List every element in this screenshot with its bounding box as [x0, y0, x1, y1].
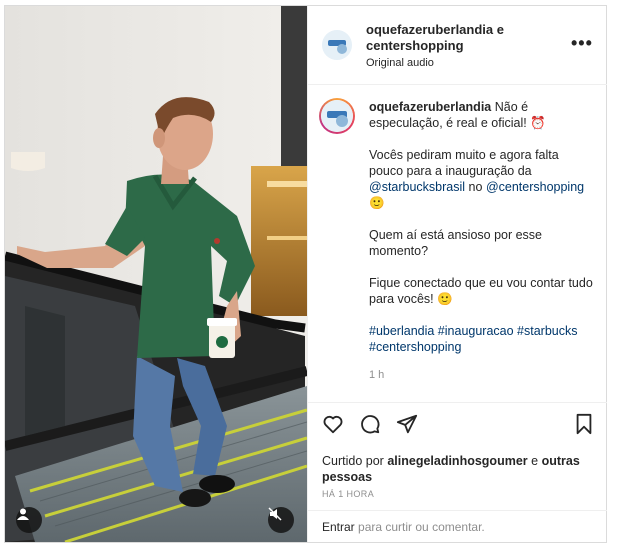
caption-p2-start: Vocês pediram muito e agora falta pouco …: [369, 148, 559, 178]
heart-icon[interactable]: [322, 413, 344, 435]
caption-time[interactable]: 1 h: [369, 369, 384, 381]
audio-label[interactable]: Original audio: [366, 57, 434, 69]
post-header: oquefazeruberlandia e centershopping Ori…: [308, 6, 607, 85]
posted-ago[interactable]: HÁ 1 HORA: [322, 489, 374, 499]
caption-text: oquefazeruberlandia Não é especulação, é…: [369, 99, 593, 371]
video-frame: [5, 6, 307, 542]
comment-prompt: Entrar para curtir ou comentar.: [322, 520, 485, 534]
mute-icon: [268, 507, 282, 521]
account-name[interactable]: oquefazeruberlandia e centershopping: [366, 22, 566, 54]
user-tag-button[interactable]: [16, 507, 42, 533]
post-actions: Curtido por alinegeladinhosgoumer e outr…: [308, 402, 607, 543]
comment-placeholder: para curtir ou comentar.: [358, 520, 485, 534]
likes-prefix: Curtido por: [322, 454, 384, 468]
login-link[interactable]: Entrar: [322, 520, 355, 534]
save-icon[interactable]: [574, 413, 594, 435]
likes-text: Curtido por alinegeladinhosgoumer e outr…: [322, 453, 592, 485]
caption-p4: Fique conectado que eu vou contar tudo p…: [369, 276, 593, 306]
mention-centershopping[interactable]: @centershopping: [486, 180, 584, 194]
caption-p2-mid: no: [468, 180, 483, 194]
caption: oquefazeruberlandia Não é especulação, é…: [308, 85, 607, 401]
caption-p2-end: 🙂: [369, 196, 385, 210]
post-card: oquefazeruberlandia e centershopping Ori…: [4, 5, 607, 543]
likes-mid: e: [531, 454, 539, 468]
mention-starbucksbrasil[interactable]: @starbucksbrasil: [369, 180, 465, 194]
caption-p3: Quem aí está ansioso por esse momento?: [369, 228, 543, 258]
avatar[interactable]: [322, 30, 352, 60]
likes-user[interactable]: alinegeladinhosgoumer: [387, 454, 527, 468]
comment-bar: Entrar para curtir ou comentar.: [308, 510, 607, 544]
share-icon[interactable]: [396, 413, 418, 435]
comment-icon[interactable]: [359, 413, 381, 435]
post-video[interactable]: [5, 6, 307, 542]
post-details: oquefazeruberlandia e centershopping Ori…: [307, 6, 607, 542]
mute-button[interactable]: [268, 507, 294, 533]
caption-avatar[interactable]: [319, 98, 355, 134]
caption-hashtags[interactable]: #uberlandia #inauguracao #starbucks #cen…: [369, 323, 593, 355]
user-tag-icon: [17, 508, 29, 520]
more-icon[interactable]: •••: [571, 34, 593, 52]
caption-username[interactable]: oquefazeruberlandia: [369, 100, 491, 114]
